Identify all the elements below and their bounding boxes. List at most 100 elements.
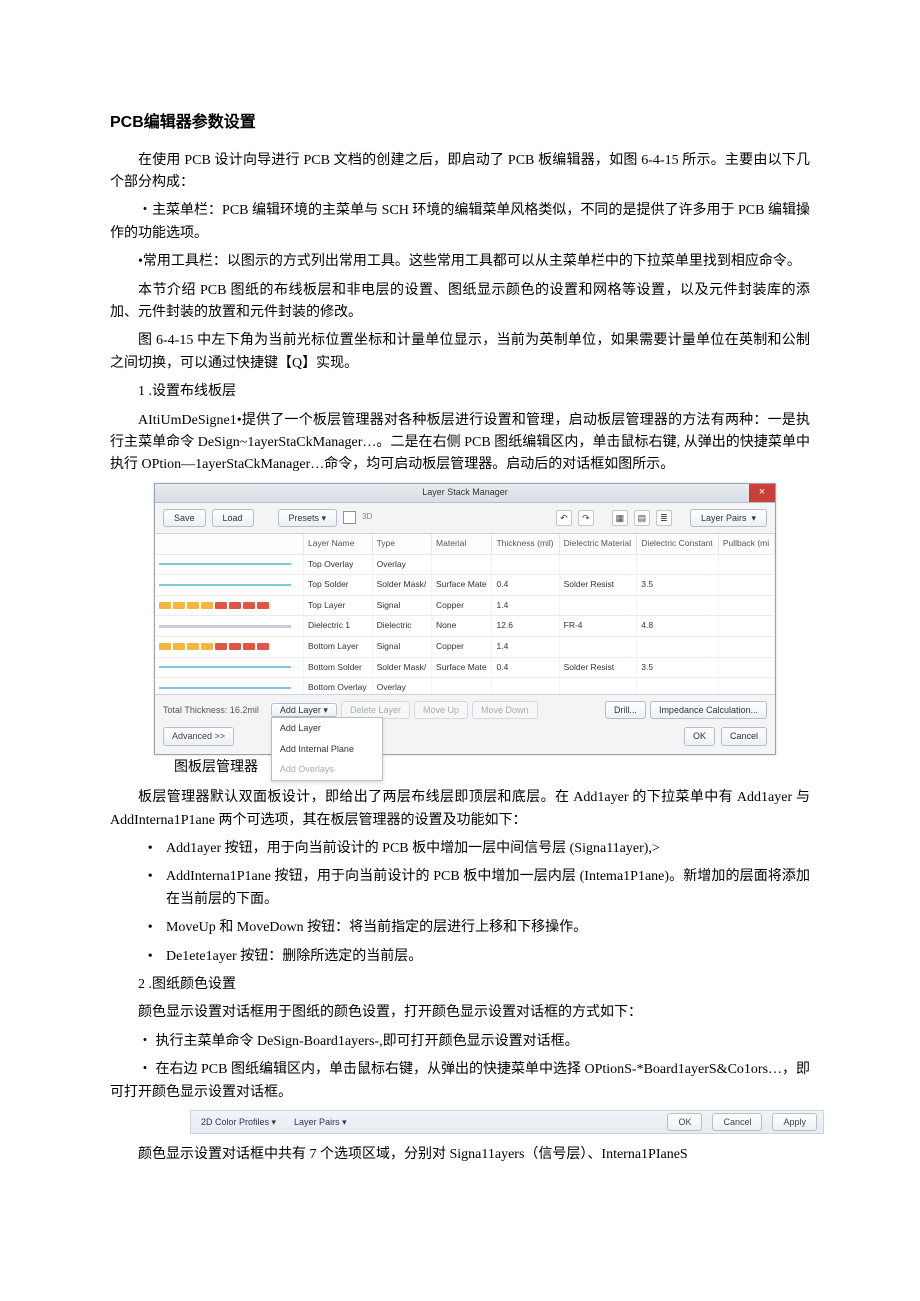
table-cell[interactable]: 3.5 bbox=[637, 657, 719, 678]
table-cell[interactable]: 12.6 bbox=[492, 616, 559, 637]
add-layer-menu-item[interactable]: Add Layer bbox=[272, 718, 382, 738]
table-cell[interactable] bbox=[492, 554, 559, 575]
total-thickness: Total Thickness: 16.2mil bbox=[163, 703, 259, 717]
table-row[interactable]: Bottom SolderSolder Mask/Surface Mate0.4… bbox=[155, 657, 775, 678]
table-cell[interactable]: Surface Mate bbox=[432, 657, 492, 678]
ok-button[interactable]: OK bbox=[684, 727, 715, 745]
table-header-cell[interactable]: Thickness (mil) bbox=[492, 534, 559, 554]
advanced-button[interactable]: Advanced >> bbox=[163, 727, 234, 745]
presets-button[interactable]: Presets ▾ bbox=[278, 509, 338, 527]
three-d-checkbox[interactable] bbox=[343, 511, 356, 524]
cancel-button[interactable]: Cancel bbox=[712, 1113, 762, 1131]
2d-color-profiles-tab[interactable]: 2D Color Profiles ▾ bbox=[197, 1114, 280, 1130]
save-button[interactable]: Save bbox=[163, 509, 206, 527]
move-down-button[interactable]: Move Down bbox=[472, 701, 538, 719]
table-cell[interactable]: Surface Mate bbox=[432, 575, 492, 596]
table-cell[interactable] bbox=[718, 678, 774, 694]
table-cell[interactable]: 3.5 bbox=[637, 575, 719, 596]
table-cell[interactable]: Solder Resist bbox=[559, 575, 637, 596]
table-cell[interactable] bbox=[637, 637, 719, 658]
table-cell[interactable]: Solder Mask/ bbox=[372, 575, 431, 596]
table-cell[interactable]: 1.4 bbox=[492, 595, 559, 616]
para: 在使用 PCB 设计向导进行 PCB 文档的创建之后，即启动了 PCB 板编辑器… bbox=[110, 150, 810, 195]
table-cell[interactable] bbox=[432, 678, 492, 694]
layer-preview-cell bbox=[155, 637, 304, 658]
table-row[interactable]: Top OverlayOverlay bbox=[155, 554, 775, 575]
table-cell[interactable]: Overlay bbox=[372, 554, 431, 575]
table-header-cell[interactable]: Dielectric Material bbox=[559, 534, 637, 554]
impedance-calc-button[interactable]: Impedance Calculation... bbox=[650, 701, 767, 719]
table-header-cell[interactable]: Type bbox=[372, 534, 431, 554]
table-cell[interactable]: Signal bbox=[372, 595, 431, 616]
table-cell[interactable]: 4.8 bbox=[637, 616, 719, 637]
table-cell[interactable] bbox=[637, 595, 719, 616]
table-cell[interactable] bbox=[718, 637, 774, 658]
add-overlays-menu-item[interactable]: Add Overlays bbox=[272, 759, 382, 779]
bullet-icon: • bbox=[148, 838, 153, 860]
table-header-cell[interactable]: Dielectric Constant bbox=[637, 534, 719, 554]
table-cell[interactable]: Copper bbox=[432, 637, 492, 658]
para: ・ 在右边 PCB 图纸编辑区内，单击鼠标右键，从弹出的快捷菜单中选择 OPti… bbox=[110, 1059, 810, 1104]
table-row[interactable]: Bottom OverlayOverlay bbox=[155, 678, 775, 694]
layer-pairs-tab[interactable]: Layer Pairs ▾ bbox=[290, 1114, 351, 1130]
layer-pairs-button[interactable]: Layer Pairs ▾ bbox=[690, 509, 767, 527]
table-cell[interactable] bbox=[637, 554, 719, 575]
table-cell[interactable]: FR-4 bbox=[559, 616, 637, 637]
table-cell[interactable] bbox=[718, 554, 774, 575]
table-cell[interactable] bbox=[718, 616, 774, 637]
table-header-cell[interactable]: Material bbox=[432, 534, 492, 554]
table-row[interactable]: Top LayerSignalCopper1.4 bbox=[155, 595, 775, 616]
table-cell[interactable]: 0.4 bbox=[492, 657, 559, 678]
table-row[interactable]: Dielectric 1DielectricNone12.6FR-44.8 bbox=[155, 616, 775, 637]
table-cell[interactable]: Signal bbox=[372, 637, 431, 658]
figure-caption: 图板层管理器 bbox=[174, 757, 810, 779]
table-cell[interactable] bbox=[559, 637, 637, 658]
table-cell[interactable] bbox=[432, 554, 492, 575]
table-cell[interactable] bbox=[492, 678, 559, 694]
apply-button[interactable]: Apply bbox=[772, 1113, 817, 1131]
redo-icon[interactable]: ↷ bbox=[578, 510, 594, 526]
list-icon[interactable]: ▤ bbox=[634, 510, 650, 526]
layers-icon[interactable]: ≣ bbox=[656, 510, 672, 526]
table-cell[interactable]: Solder Mask/ bbox=[372, 657, 431, 678]
table-header-cell[interactable]: Layer Name bbox=[304, 534, 373, 554]
cancel-button[interactable]: Cancel bbox=[721, 727, 767, 745]
ok-button[interactable]: OK bbox=[667, 1113, 702, 1131]
table-cell[interactable]: 0.4 bbox=[492, 575, 559, 596]
add-internal-plane-menu-item[interactable]: Add Internal Plane bbox=[272, 739, 382, 759]
table-cell[interactable]: Top Solder bbox=[304, 575, 373, 596]
table-cell[interactable] bbox=[718, 595, 774, 616]
table-cell[interactable]: 1.4 bbox=[492, 637, 559, 658]
table-cell[interactable] bbox=[718, 575, 774, 596]
table-cell[interactable] bbox=[559, 554, 637, 575]
table-cell[interactable]: Top Layer bbox=[304, 595, 373, 616]
table-row[interactable]: Top SolderSolder Mask/Surface Mate0.4Sol… bbox=[155, 575, 775, 596]
dialog-titlebar[interactable]: Layer Stack Manager × bbox=[155, 484, 775, 503]
table-cell[interactable]: Top Overlay bbox=[304, 554, 373, 575]
table-cell[interactable]: Bottom Solder bbox=[304, 657, 373, 678]
table-header-cell[interactable]: Pullback (mi bbox=[718, 534, 774, 554]
layer-preview-cell bbox=[155, 678, 304, 694]
table-cell[interactable]: None bbox=[432, 616, 492, 637]
table-cell[interactable]: Solder Resist bbox=[559, 657, 637, 678]
move-up-button[interactable]: Move Up bbox=[414, 701, 468, 719]
table-cell[interactable] bbox=[559, 678, 637, 694]
table-cell[interactable]: Bottom Overlay bbox=[304, 678, 373, 694]
table-cell[interactable]: Copper bbox=[432, 595, 492, 616]
table-cell[interactable] bbox=[718, 657, 774, 678]
close-icon[interactable]: × bbox=[749, 484, 775, 502]
table-row[interactable]: Bottom LayerSignalCopper1.4 bbox=[155, 637, 775, 658]
table-cell[interactable]: Dielectric 1 bbox=[304, 616, 373, 637]
drill-button[interactable]: Drill... bbox=[605, 701, 646, 719]
table-cell[interactable]: Overlay bbox=[372, 678, 431, 694]
load-button[interactable]: Load bbox=[212, 509, 254, 527]
undo-icon[interactable]: ↶ bbox=[556, 510, 572, 526]
add-layer-button[interactable]: Add Layer ▾ bbox=[271, 703, 337, 717]
table-cell[interactable] bbox=[559, 595, 637, 616]
table-header-cell[interactable] bbox=[155, 534, 304, 554]
grid-icon[interactable]: ▦ bbox=[612, 510, 628, 526]
para: 颜色显示设置对话框用于图纸的颜色设置，打开颜色显示设置对话框的方式如下： bbox=[110, 1002, 810, 1024]
table-cell[interactable]: Bottom Layer bbox=[304, 637, 373, 658]
table-cell[interactable] bbox=[637, 678, 719, 694]
table-cell[interactable]: Dielectric bbox=[372, 616, 431, 637]
